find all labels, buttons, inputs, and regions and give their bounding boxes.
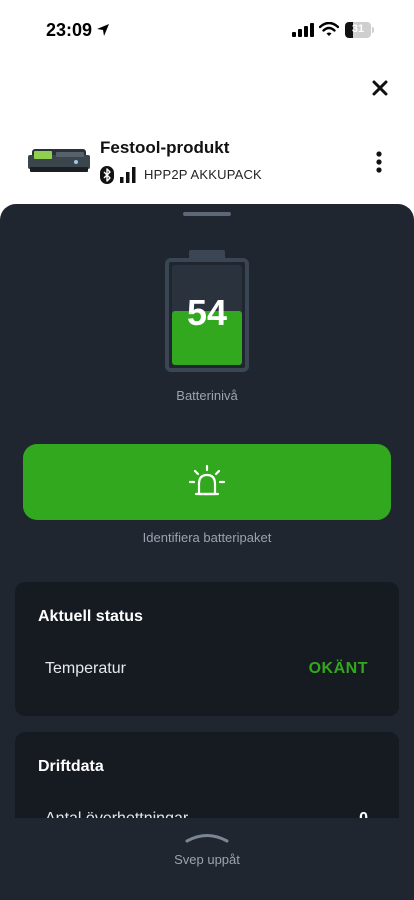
wifi-icon [318,21,340,42]
swipe-up-label: Svep uppåt [174,852,240,867]
product-model: HPP2P AKKUPACK [144,167,262,182]
close-button[interactable] [366,74,394,102]
bluetooth-icon [100,166,114,189]
battery-status-icon: 31 [345,22,375,38]
current-status-card: Aktuell status Temperatur OKÄNT [15,582,399,716]
siren-icon [189,464,225,496]
bottom-sheet: 54 Batterinivå Identifiera batteripaket … [0,204,414,900]
cellular-signal-icon [292,23,314,42]
product-image [26,145,92,175]
sheet-grabber[interactable] [183,212,231,216]
temperature-value: OKÄNT [308,660,368,677]
more-vertical-icon [376,151,382,173]
identify-battery-button[interactable] [23,444,391,520]
more-options-button[interactable] [368,148,390,178]
status-bar: 23:09 31 [0,0,414,60]
signal-strength-icon [120,167,136,188]
battery-status-percent: 31 [351,23,365,35]
location-arrow-icon [96,23,110,42]
operating-data-title: Driftdata [38,758,104,775]
current-status-title: Aktuell status [38,608,143,625]
identify-battery-label: Identifiera batteripaket [142,530,272,545]
battery-level-value: 54 [186,292,228,333]
status-time: 23:09 [46,20,93,40]
product-title: Festool-produkt [100,138,230,157]
chevron-up-icon[interactable] [184,832,230,844]
temperature-label: Temperatur [45,660,126,677]
close-icon [372,80,388,96]
battery-level-label: Batterinivå [176,388,238,403]
